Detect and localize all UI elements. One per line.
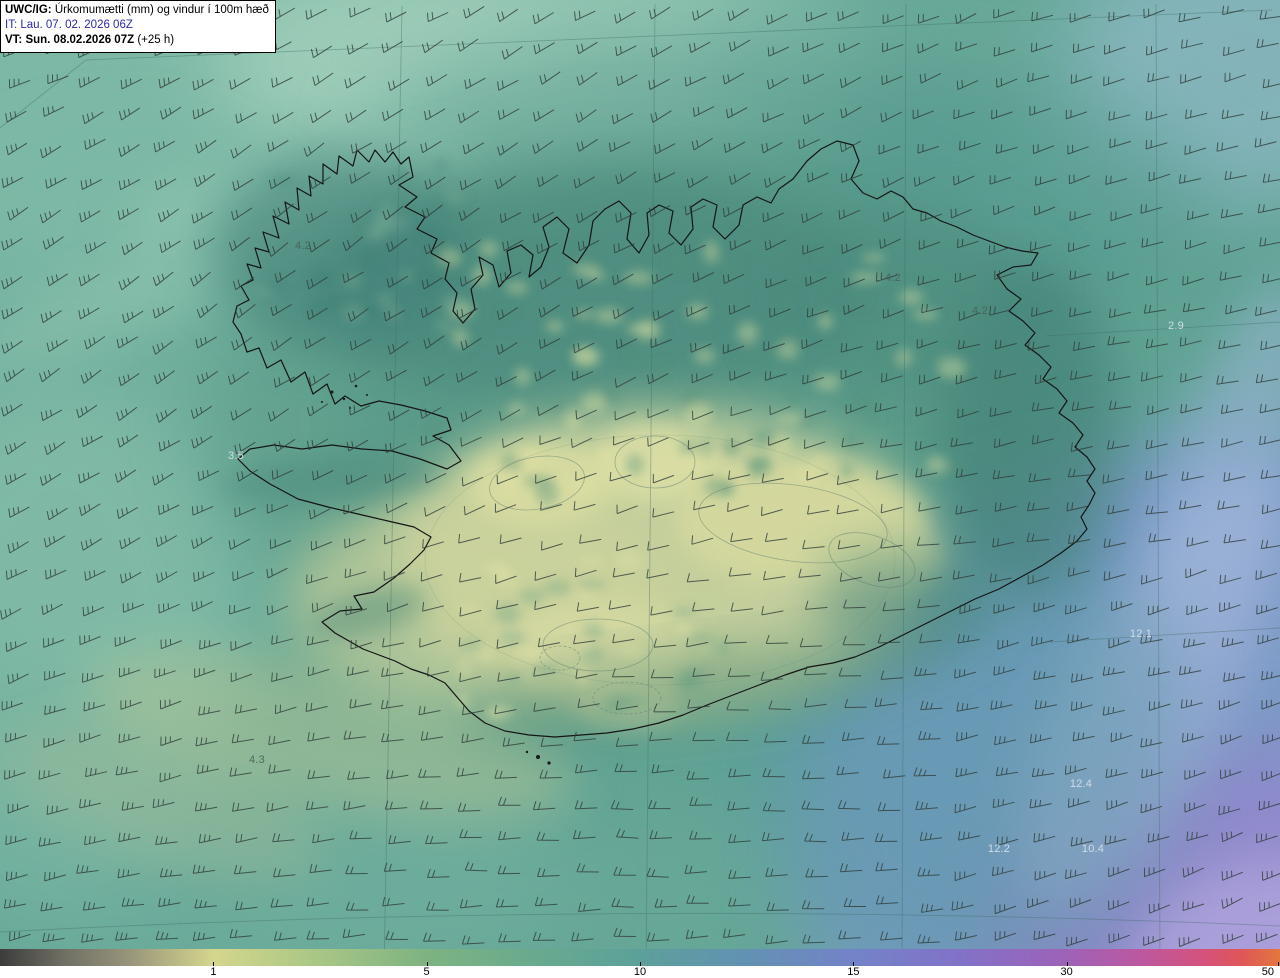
title-text: Úrkomumætti (mm) og vindur í 100m hæð	[51, 4, 269, 16]
colorbar-tick-label: 10	[633, 966, 647, 978]
init-time: IT: Lau. 07. 02. 2026 06Z	[5, 19, 133, 32]
model-name: UWC/IG:	[5, 4, 52, 16]
weather-map-stage: 4.2 4.2 4.2 2.9 3.5 4.3 12.1 12.4 12.2 10.4 UWC/I…	[0, 0, 1280, 978]
valid-time-bold: VT: Sun. 08.02.2026 07Z	[5, 34, 135, 47]
colorbar-tick-label: 1	[210, 966, 217, 978]
colorbar-tick-label: 5	[423, 966, 430, 978]
title-box: UWC/IG: Úrkomumætti (mm) og vindur í 100…	[0, 0, 276, 53]
colorbar-tick-label: 50	[1261, 966, 1274, 978]
colorbar-tick-label: 15	[847, 966, 860, 978]
colorbar-tick	[1278, 962, 1279, 966]
valid-time: VT: Sun. 08.02.2026 07Z (+25 h)	[5, 33, 269, 48]
valid-time-offset: (+25 h)	[134, 34, 175, 47]
colorbar-tick-label: 30	[1060, 966, 1073, 978]
colorbar: 1 5 10 15 30 50	[0, 949, 1280, 978]
precipitation-wind-map	[0, 0, 1280, 978]
map-title: UWC/IG: Úrkomumætti (mm) og vindur í 100…	[5, 3, 269, 18]
